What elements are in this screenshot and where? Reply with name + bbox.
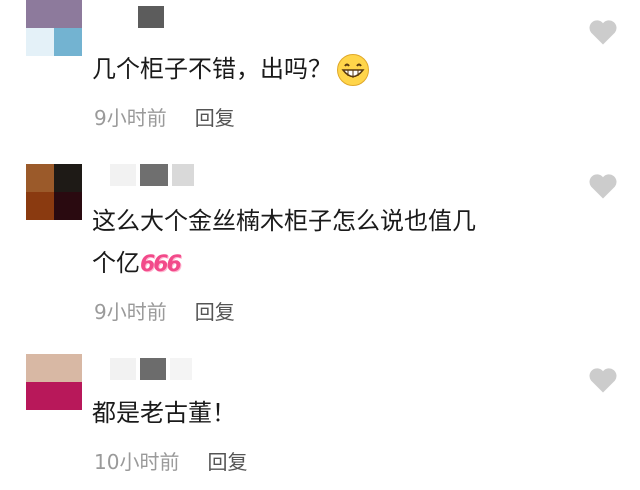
reply-button[interactable]: 回复: [207, 446, 247, 475]
comment-meta: 10小时前 回复: [94, 446, 247, 475]
reply-button[interactable]: 回复: [195, 296, 235, 325]
comment-meta: 9小时前 回复: [94, 296, 235, 325]
heart-icon[interactable]: [588, 172, 618, 200]
heart-icon[interactable]: [588, 366, 618, 394]
timestamp: 9小时前: [94, 106, 167, 130]
timestamp: 9小时前: [94, 300, 167, 324]
reply-button[interactable]: 回复: [195, 102, 235, 131]
username-blurred[interactable]: [110, 358, 192, 380]
username-blurred[interactable]: [110, 164, 194, 186]
comment-meta: 9小时前 回复: [94, 102, 235, 131]
comment-text: 都是老古董！: [92, 399, 236, 427]
comment-text: 这么大个金丝楠木柜子怎么说也值几 个亿666: [92, 207, 476, 277]
comment-item: 都是老古董！ 10小时前 回复: [0, 354, 640, 490]
heart-icon[interactable]: [588, 18, 618, 46]
comment-item: 这么大个金丝楠木柜子怎么说也值几 个亿666 9小时前 回复: [0, 164, 640, 334]
username-blurred[interactable]: [110, 6, 164, 28]
avatar[interactable]: [26, 0, 82, 56]
comment-item: 几个柜子不错，出吗？ 9小时前 回复: [0, 0, 640, 140]
timestamp: 10小时前: [94, 450, 180, 474]
avatar[interactable]: [26, 354, 82, 410]
grinning-face-icon: [337, 54, 369, 86]
666-sticker: 666: [140, 252, 182, 277]
avatar[interactable]: [26, 164, 82, 220]
comment-text: 几个柜子不错，出吗？: [92, 48, 592, 90]
